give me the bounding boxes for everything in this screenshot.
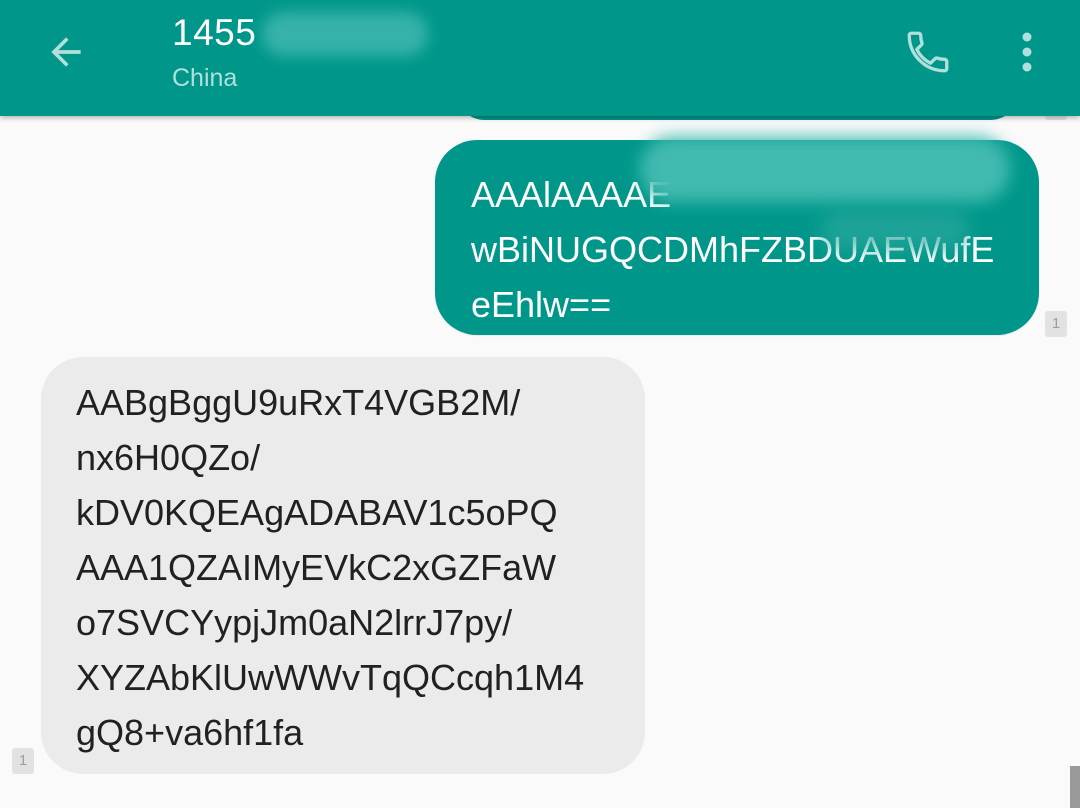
message-text-line: nx6H0QZo/ <box>76 437 261 478</box>
arrow-left-icon <box>51 37 81 67</box>
contact-subtitle: China <box>172 64 238 92</box>
contact-title: 1455 <box>172 12 257 53</box>
sim-badge: 1 <box>12 748 34 774</box>
redacted-blur <box>262 12 428 56</box>
incoming-message-bubble[interactable]: AABgBggU9uRxT4VGB2M/ nx6H0QZo/ kDV0KQEAg… <box>41 357 645 774</box>
more-options-button[interactable] <box>1002 22 1052 82</box>
message-text-line: o7SVCYypjJm0aN2lrrJ7py/ <box>76 602 513 643</box>
redacted-blur <box>820 210 970 250</box>
message-text-line: XYZAbKlUwWWvTqQCcqh1M4 <box>76 657 585 698</box>
scrollbar-thumb[interactable] <box>1070 766 1080 808</box>
message-text-line: AAA1QZAIMyEVkC2xGZFaW <box>76 547 557 588</box>
back-button[interactable] <box>36 22 96 82</box>
app-bar: 1455 China <box>0 0 1080 116</box>
message-text-line: kDV0KQEAgADABAV1c5oPQ <box>76 492 558 533</box>
more-vert-icon <box>1022 32 1032 72</box>
redacted-blur <box>640 136 1010 202</box>
phone-icon <box>907 31 949 73</box>
message-text-line: AABgBggU9uRxT4VGB2M/ <box>76 382 521 423</box>
message-text-line: gQ8+va6hf1fa <box>76 712 304 753</box>
sim-badge: 1 <box>1045 311 1067 337</box>
message-text-line: eEhlw== <box>471 284 612 325</box>
call-button[interactable] <box>898 22 958 82</box>
